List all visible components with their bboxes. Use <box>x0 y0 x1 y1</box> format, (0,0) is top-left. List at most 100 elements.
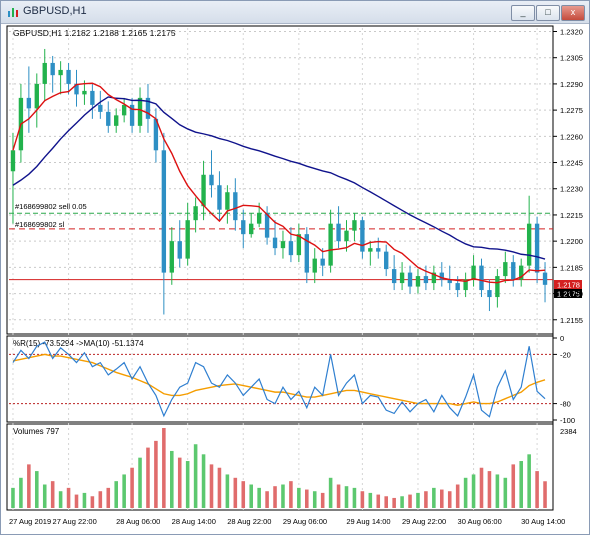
price-axis-label: 1.2170 <box>560 290 583 299</box>
price-axis-label: 1.2215 <box>560 211 583 220</box>
window-title: GBPUSD,H1 <box>23 5 87 17</box>
chart-canvas[interactable]: GBPUSD,H1 1.2182 1.2188 1.2165 1.2175 %R… <box>1 24 589 534</box>
candle-body <box>415 276 421 287</box>
price-axis-label: 1.2200 <box>560 237 583 246</box>
candle-body <box>368 248 373 252</box>
price-axis-label: 1.2275 <box>560 106 583 115</box>
price-axis-label: 1.2320 <box>560 27 583 36</box>
price-axis-label: 1.2260 <box>560 132 583 141</box>
maximize-button[interactable]: □ <box>536 5 560 21</box>
candle-body <box>58 69 63 76</box>
wr-axis-label: -20 <box>560 350 571 359</box>
wr-panel-header: %R(15) -73.5294 ->MA(10) -51.1374 <box>13 339 144 348</box>
candle-body <box>471 265 476 280</box>
candle-body <box>272 237 278 249</box>
time-axis-label: 29 Aug 22:00 <box>402 517 446 526</box>
order-sell-label: #168699802 sell 0.05 <box>15 202 87 211</box>
candle-body <box>82 90 87 95</box>
candle-body <box>26 97 32 109</box>
time-axis-label: 29 Aug 14:00 <box>346 517 390 526</box>
candle-body <box>399 272 405 284</box>
window-titlebar[interactable]: GBPUSD,H1 _ □ x <box>1 1 589 24</box>
candle-body <box>542 272 548 285</box>
time-axis-label: 29 Aug 06:00 <box>283 517 327 526</box>
candle-body <box>391 269 397 284</box>
chart-area[interactable]: GBPUSD,H1 1.2182 1.2188 1.2165 1.2175 %R… <box>1 24 589 534</box>
candle-body <box>407 272 413 287</box>
time-axis-label: 27 Aug 22:00 <box>53 517 97 526</box>
candle-body <box>233 192 238 221</box>
order-sl-label: #168699802 sl <box>15 220 65 229</box>
candle-body <box>98 104 103 112</box>
time-axis-label: 28 Aug 14:00 <box>172 517 216 526</box>
chart-window: GBPUSD,H1 _ □ x GBPUSD,H1 1.2182 1.2188 … <box>0 0 590 535</box>
candle-body <box>511 262 516 280</box>
price-axis-label: 1.2230 <box>560 185 583 194</box>
close-button[interactable]: x <box>561 5 585 21</box>
chart-icon <box>8 8 18 17</box>
candle-body <box>526 223 532 266</box>
candle-body <box>344 230 349 242</box>
price-axis-label: 1.2185 <box>560 263 583 272</box>
candle-body <box>90 90 95 105</box>
candle-body <box>360 220 365 252</box>
candle-body <box>479 265 484 291</box>
wr-axis-label: -80 <box>560 400 571 409</box>
candle-body <box>280 241 286 249</box>
price-axis-label: 1.2245 <box>560 159 583 168</box>
candle-body <box>209 174 214 186</box>
time-axis-label: 28 Aug 06:00 <box>116 517 160 526</box>
candle-body <box>50 62 55 76</box>
minimize-button[interactable]: _ <box>511 5 535 21</box>
candle-body <box>114 115 119 126</box>
wr-axis-label: 0 <box>560 334 564 343</box>
candle-body <box>177 241 182 259</box>
time-axis-label: 28 Aug 22:00 <box>227 517 271 526</box>
candle-body <box>503 262 508 277</box>
candle-body <box>534 223 540 273</box>
candle-body <box>352 220 357 231</box>
candle-body <box>121 104 127 116</box>
main-panel-frame <box>6 25 554 335</box>
ma-slow-line <box>12 96 546 260</box>
volume-panel-frame <box>6 423 554 511</box>
wr-panel-frame <box>6 335 554 423</box>
candle-body <box>34 83 39 109</box>
price-tag-red-text: 1.2178 <box>557 281 580 290</box>
candle-body <box>225 192 230 210</box>
candle-body <box>217 185 222 210</box>
price-axis-label: 1.2155 <box>560 316 583 325</box>
time-axis-label: 30 Aug 14:00 <box>521 517 565 526</box>
volume-axis-label: 2384 <box>560 427 577 436</box>
candle-body <box>256 213 262 224</box>
candle-body <box>185 220 190 259</box>
wr-axis-label: -100 <box>560 416 575 425</box>
candle-body <box>455 283 460 291</box>
candle-body <box>137 97 143 126</box>
candle-body <box>169 241 174 273</box>
candle-body <box>66 69 71 84</box>
candle-body <box>312 258 317 273</box>
price-axis-label: 1.2290 <box>560 80 583 89</box>
candle-body <box>10 150 16 172</box>
candle-body <box>423 276 429 284</box>
candle-body <box>328 223 333 266</box>
candle-body <box>249 223 254 235</box>
price-axis-label: 1.2305 <box>560 54 583 63</box>
candle-body <box>241 220 246 235</box>
volume-panel-header: Volumes 797 <box>13 427 60 436</box>
candle-body <box>42 62 47 84</box>
wr-line <box>12 341 546 418</box>
candle-body <box>288 241 294 256</box>
candle-body <box>495 276 500 298</box>
time-axis-label: 30 Aug 06:00 <box>458 517 502 526</box>
candle-body <box>376 248 381 252</box>
main-panel-header: GBPUSD,H1 1.2182 1.2188 1.2165 1.2175 <box>13 28 176 38</box>
candle-body <box>487 290 492 298</box>
candle-body <box>336 223 341 242</box>
time-axis-label: 27 Aug 2019 <box>9 517 51 526</box>
candle-body <box>106 111 111 126</box>
candle-body <box>384 251 389 270</box>
candle-body <box>193 206 198 221</box>
candle-body <box>201 174 206 207</box>
